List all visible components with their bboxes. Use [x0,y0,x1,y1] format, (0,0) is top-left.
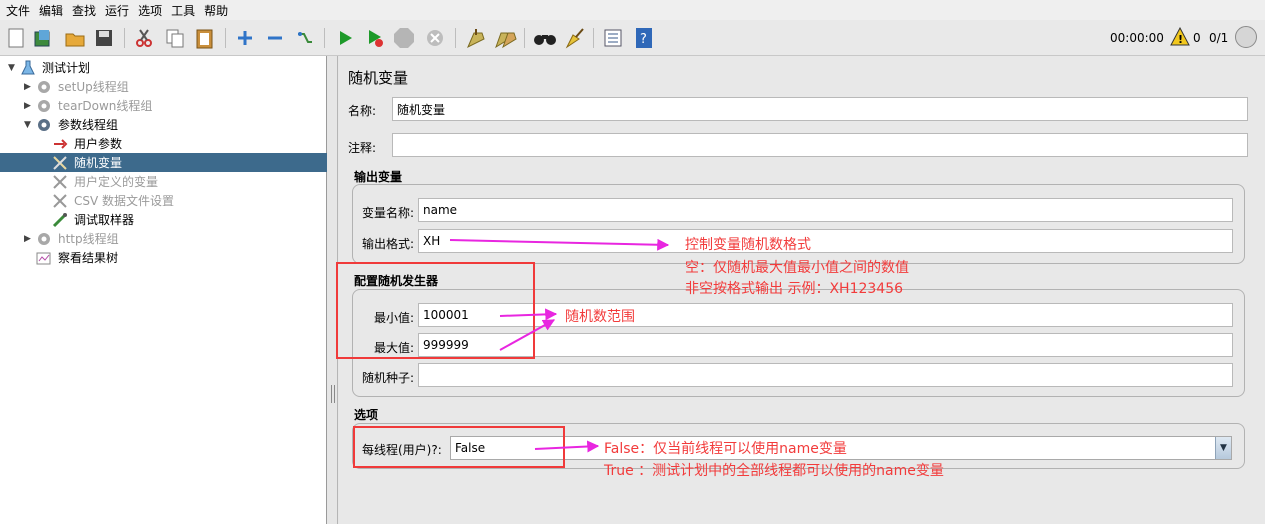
tree-node-results-tree[interactable]: 察看结果树 [0,248,327,267]
tree-node-test-plan[interactable]: ▼ 测试计划 [0,58,327,77]
range-note: 随机数范围 [565,309,635,325]
name-label: 名称: [348,104,377,118]
tree-node-setup-group[interactable]: ▶ setUp线程组 [0,77,327,96]
svg-text:?: ? [640,32,647,47]
open-icon[interactable] [63,26,87,50]
paste-icon[interactable] [193,26,217,50]
per-thread-note-1: False：仅当前线程可以使用name变量 [604,441,847,457]
svg-text:!: ! [1178,33,1183,46]
tree-node-teardown-group[interactable]: ▶ tearDown线程组 [0,96,327,115]
min-field[interactable]: 100001 [418,303,1233,327]
warning-icon[interactable]: ! [1170,27,1190,47]
max-field[interactable]: 999999 [418,333,1233,357]
start-icon[interactable] [333,26,357,50]
comment-field[interactable] [392,133,1248,157]
chevron-down-icon[interactable]: ▼ [1215,437,1231,459]
tree-node-user-params[interactable]: 用户参数 [0,134,327,153]
function-helper-icon[interactable] [601,26,625,50]
tree-node-random-variable[interactable]: 随机变量 [0,153,327,172]
format-label: 输出格式: [362,237,415,251]
clear-icon[interactable] [463,26,487,50]
menu-search[interactable]: 查找 [72,2,96,19]
options-section-title: 选项 [354,408,379,422]
tree-node-user-defined-vars[interactable]: 用户定义的变量 [0,172,327,191]
gear-icon [36,117,52,133]
menu-edit[interactable]: 编辑 [39,2,63,19]
per-thread-highlight-box [353,426,565,468]
copy-icon[interactable] [163,26,187,50]
clear-all-icon[interactable] [493,26,517,50]
listener-icon [36,250,52,266]
tree-node-http-group[interactable]: ▶ http线程组 [0,229,327,248]
gear-icon [36,98,52,114]
tree-node-debug-sampler[interactable]: 调试取样器 [0,210,327,229]
wrench-icon [52,193,68,209]
remote-status-icon[interactable] [1235,26,1257,48]
toggle-icon[interactable] [293,26,317,50]
reset-search-icon[interactable] [562,26,586,50]
seed-label: 随机种子: [362,371,415,385]
help-icon[interactable]: ? [632,26,656,50]
collapse-arrow-icon[interactable]: ▼ [24,120,34,130]
warning-count: 0 [1193,31,1201,45]
expand-arrow-icon[interactable]: ▶ [24,234,34,244]
var-name-label: 变量名称: [362,206,415,220]
elapsed-timer: 00:00:00 [1110,31,1164,45]
wrench-icon [52,174,68,190]
cut-icon[interactable] [132,26,156,50]
tree-node-csv-config[interactable]: CSV 数据文件设置 [0,191,327,210]
splitter-grip[interactable] [331,385,335,403]
new-icon[interactable] [4,26,28,50]
shutdown-icon[interactable] [423,26,447,50]
generator-highlight-box [336,262,535,359]
menu-options[interactable]: 选项 [138,2,162,19]
search-icon[interactable] [533,26,557,50]
expand-arrow-icon[interactable]: ▶ [24,82,34,92]
comment-label: 注释: [348,141,377,155]
format-note-1: 控制变量随机数格式 [685,237,811,253]
seed-field[interactable] [418,363,1233,387]
collapse-arrow-icon[interactable]: ▼ [8,63,18,73]
expand-icon[interactable] [233,26,257,50]
menu-help[interactable]: 帮助 [204,2,228,19]
var-name-field[interactable]: name [418,198,1233,222]
format-note-2: 空：仅随机最大值最小值之间的数值 [685,260,909,276]
menu-file[interactable]: 文件 [6,2,30,19]
expand-arrow-icon[interactable]: ▶ [24,101,34,111]
gear-icon [36,79,52,95]
format-note-3: 非空按格式输出 示例：XH123456 [685,281,904,297]
test-plan-tree: ▼ 测试计划 ▶ setUp线程组 ▶ tearDown线程组 ▼ 参数线程组 … [0,56,327,524]
menu-tools[interactable]: 工具 [171,2,195,19]
panel-title: 随机变量 [348,69,409,87]
wrench-icon [52,155,68,171]
collapse-icon[interactable] [263,26,287,50]
menu-bar: 文件 编辑 查找 运行 选项 工具 帮助 [0,0,1265,20]
menu-run[interactable]: 运行 [105,2,129,19]
format-field[interactable]: XH [418,229,1233,253]
thread-count: 0/1 [1209,31,1229,45]
templates-icon[interactable] [31,26,55,50]
pipette-icon [52,212,68,228]
tree-node-param-group[interactable]: ▼ 参数线程组 [0,115,327,134]
gear-icon [36,231,52,247]
preprocessor-icon [52,136,68,152]
name-field[interactable]: 随机变量 [392,97,1248,121]
start-no-pause-icon[interactable] [363,26,387,50]
output-section-title: 输出变量 [354,170,403,184]
toolbar: ? 00:00:00 ! 0 0/1 [0,20,1265,56]
stop-icon[interactable] [392,26,416,50]
per-thread-note-2: True ：测试计划中的全部线程都可以使用的name变量 [604,463,944,479]
save-icon[interactable] [92,26,116,50]
flask-icon [20,60,36,76]
